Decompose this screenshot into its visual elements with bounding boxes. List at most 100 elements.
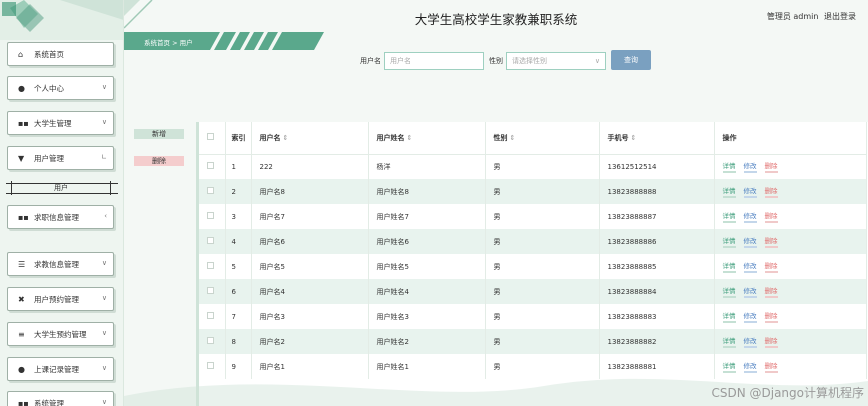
col-gender[interactable]: 性别 ⇕ <box>485 122 600 155</box>
row-checkbox[interactable] <box>207 362 214 369</box>
col-username-label: 用户名 <box>259 133 281 142</box>
detail-button[interactable]: 详情 <box>722 260 736 273</box>
main-content: 大学生高校学生家教兼职系统 管理员 admin 退出登录 系统首页 > 用户 用… <box>124 0 868 406</box>
cell-gender: 男 <box>485 354 600 379</box>
cell-actions: 详情 修改 删除 <box>714 254 867 279</box>
sidebar-item-label: 求职信息管理 <box>34 212 79 222</box>
edit-button[interactable]: 修改 <box>743 335 757 348</box>
row-delete-button[interactable]: 删除 <box>764 360 778 373</box>
gender-select[interactable]: 请选择性别 ∨ <box>506 52 606 70</box>
edit-button[interactable]: 修改 <box>743 235 757 248</box>
table-header-row: 索引 用户名 ⇕ 用户姓名 ⇕ 性别 ⇕ 手机号 ⇕ 操作 <box>199 122 867 155</box>
col-phone-label: 手机号 <box>607 133 629 142</box>
username-input[interactable]: 用户名 <box>384 52 484 70</box>
detail-button[interactable]: 详情 <box>722 335 736 348</box>
col-name[interactable]: 用户姓名 ⇕ <box>368 122 486 155</box>
chevron-down-icon: ∨ <box>101 364 107 372</box>
row-delete-button[interactable]: 删除 <box>764 310 778 323</box>
cell-gender: 男 <box>485 154 600 179</box>
delete-button[interactable]: 删除 <box>134 156 184 166</box>
breadcrumb-separator: > <box>172 39 178 47</box>
sidebar-item-student-management[interactable]: ▪▪ 大学生管理 ∨ <box>7 111 114 135</box>
cell-actions: 详情 修改 删除 <box>714 304 867 329</box>
cell-index: 6 <box>225 279 252 304</box>
cell-index: 5 <box>225 254 252 279</box>
chevron-down-icon: ∨ <box>101 83 107 91</box>
sidebar-item-system-management[interactable]: ▪▪ 系统管理 ∨ <box>7 391 114 406</box>
row-delete-button[interactable]: 删除 <box>764 285 778 298</box>
edit-button[interactable]: 修改 <box>743 160 757 174</box>
query-button[interactable]: 查询 <box>611 50 651 70</box>
cell-phone: 13823888883 <box>599 304 715 329</box>
cell-index: 1 <box>225 154 252 179</box>
sidebar-item-label: 系统首页 <box>34 49 64 59</box>
row-checkbox[interactable] <box>207 312 214 319</box>
row-checkbox[interactable] <box>207 212 214 219</box>
detail-button[interactable]: 详情 <box>722 360 736 373</box>
sidebar-item-job-info-management[interactable]: ▪▪ 求职信息管理 ‹ <box>7 205 114 229</box>
submenu-item-user[interactable]: 用户 <box>8 181 114 195</box>
cell-username: 用户名4 <box>251 279 369 304</box>
detail-button[interactable]: 详情 <box>722 160 736 174</box>
breadcrumb-home[interactable]: 系统首页 <box>144 39 170 47</box>
watermark: CSDN @Django计算机程序 <box>711 386 864 400</box>
sidebar-item-class-record-management[interactable]: ● 上课记录管理 ∨ <box>7 357 114 381</box>
sort-icon: ⇕ <box>509 133 516 142</box>
sidebar-item-home[interactable]: ⌂ 系统首页 <box>7 42 114 66</box>
sidebar-item-personal-center[interactable]: ● 个人中心 ∨ <box>7 76 114 100</box>
col-phone[interactable]: 手机号 ⇕ <box>599 122 715 155</box>
logout-link[interactable]: 退出登录 <box>824 12 856 21</box>
table-row: 9 用户名1 用户姓名1 男 13823888881 详情 修改 删除 <box>199 354 867 379</box>
admin-label: 管理员 admin <box>766 12 819 21</box>
sidebar-item-user-booking-management[interactable]: ✖ 用户预约管理 ∨ <box>7 287 114 311</box>
col-gender-label: 性别 <box>493 133 508 142</box>
row-checkbox[interactable] <box>207 162 214 170</box>
cell-gender: 男 <box>485 229 600 254</box>
edit-button[interactable]: 修改 <box>743 285 757 298</box>
edit-button[interactable]: 修改 <box>743 360 757 373</box>
row-delete-button[interactable]: 删除 <box>764 260 778 273</box>
cell-username: 用户名6 <box>251 229 369 254</box>
cell-username: 用户名3 <box>251 304 369 329</box>
cell-phone: 13823888881 <box>599 354 715 379</box>
col-username[interactable]: 用户名 ⇕ <box>251 122 369 155</box>
sidebar-item-label: 上课记录管理 <box>34 364 79 374</box>
row-checkbox[interactable] <box>207 337 214 344</box>
add-button[interactable]: 新增 <box>134 129 184 139</box>
edit-button[interactable]: 修改 <box>743 185 757 198</box>
cell-actions: 详情 修改 删除 <box>714 354 867 379</box>
sort-icon: ⇕ <box>630 133 637 142</box>
cell-username: 用户名1 <box>251 354 369 379</box>
detail-button[interactable]: 详情 <box>722 235 736 248</box>
cell-index: 7 <box>225 304 252 329</box>
person-icon: ● <box>18 83 25 93</box>
select-all-checkbox[interactable] <box>207 133 214 141</box>
row-checkbox[interactable] <box>207 287 214 294</box>
detail-button[interactable]: 详情 <box>722 185 736 198</box>
cell-actions: 详情 修改 删除 <box>714 279 867 304</box>
row-delete-button[interactable]: 删除 <box>764 160 778 174</box>
user-info: 管理员 admin 退出登录 <box>764 11 856 22</box>
edit-button[interactable]: 修改 <box>743 210 757 223</box>
detail-button[interactable]: 详情 <box>722 285 736 298</box>
row-checkbox[interactable] <box>207 262 214 269</box>
chevron-down-icon: ‹ <box>104 212 107 220</box>
badge-icon: ▼ <box>18 153 25 163</box>
sort-icon: ⇕ <box>406 133 413 142</box>
table-row: 2 用户名8 用户姓名8 男 13823888888 详情 修改 删除 <box>199 179 867 204</box>
row-checkbox[interactable] <box>207 237 214 244</box>
detail-button[interactable]: 详情 <box>722 210 736 223</box>
sidebar-item-tutor-request-management[interactable]: ☰ 求教信息管理 ∨ <box>7 252 114 276</box>
row-checkbox[interactable] <box>207 187 214 194</box>
row-delete-button[interactable]: 删除 <box>764 185 778 198</box>
detail-button[interactable]: 详情 <box>722 310 736 323</box>
row-delete-button[interactable]: 删除 <box>764 210 778 223</box>
edit-button[interactable]: 修改 <box>743 310 757 323</box>
edit-button[interactable]: 修改 <box>743 260 757 273</box>
row-delete-button[interactable]: 删除 <box>764 235 778 248</box>
table-row: 4 用户名6 用户姓名6 男 13823888886 详情 修改 删除 <box>199 229 867 254</box>
cell-name: 用户姓名3 <box>368 304 486 329</box>
sidebar-item-user-management[interactable]: ▼ 用户管理 ∟ <box>7 146 114 170</box>
row-delete-button[interactable]: 删除 <box>764 335 778 348</box>
sidebar-item-student-booking-management[interactable]: ≡ 大学生预约管理 ∨ <box>7 322 114 346</box>
